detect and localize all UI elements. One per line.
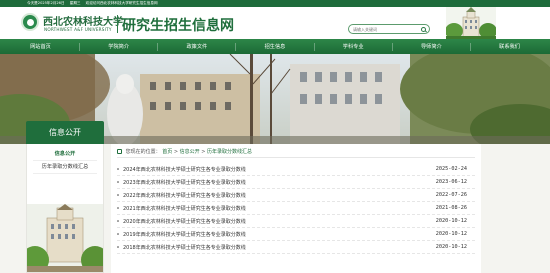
article-title[interactable]: 2024年西北农林科技大学硕士研究生各专业录取分数线: [117, 166, 246, 173]
article-title[interactable]: 2020年西北农林科技大学硕士研究生各专业录取分数线: [117, 218, 246, 225]
breadcrumb: 您现在的位置： 首页 > 信息公开 > 历年录取分数线汇总: [117, 148, 252, 155]
nav-policy[interactable]: 政策文件: [186, 43, 207, 50]
nav-supervisors[interactable]: 导师简介: [421, 43, 442, 50]
breadcrumb-divider: [117, 157, 475, 158]
current-date: 今天是2025年2月26日: [27, 1, 65, 5]
breadcrumb-prefix: 您现在的位置：: [125, 149, 161, 155]
article-date: 2020-10-12: [435, 244, 467, 250]
article-date: 2020-10-12: [435, 218, 467, 224]
welcome-text: 欢迎访问西北农林科技大学研究生招生信息网: [85, 1, 158, 5]
list-item[interactable]: 2020年西北农林科技大学硕士研究生各专业录取分数线 2020-10-12: [117, 215, 475, 228]
article-list: 2024年西北农林科技大学硕士研究生各专业录取分数线 2025-02-24 202…: [117, 163, 475, 254]
article-title[interactable]: 2018年西北农林科技大学硕士研究生各专业录取分数线: [117, 244, 246, 251]
university-name-cn[interactable]: 西北农林科技大学: [43, 13, 123, 28]
article-date: 2021-08-26: [435, 205, 467, 211]
list-item[interactable]: 2018年西北农林科技大学硕士研究生各专业录取分数线 2020-10-12: [117, 241, 475, 254]
article-title[interactable]: 2023年西北农林科技大学硕士研究生各专业录取分数线: [117, 179, 246, 186]
logo-divider: [117, 15, 118, 33]
sidebar-item-score-summary[interactable]: 历年录取分数线汇总: [33, 161, 97, 174]
content-panel: 您现在的位置： 首页 > 信息公开 > 历年录取分数线汇总 2024年西北农林科…: [111, 144, 481, 273]
nav-separator: [157, 42, 159, 51]
search-icon[interactable]: [421, 26, 426, 32]
nav-separator: [391, 42, 393, 51]
list-item[interactable]: 2022年西北农林科技大学硕士研究生各专业录取分数线 2022-07-26: [117, 189, 475, 202]
site-title[interactable]: 研究生招生信息网: [122, 15, 234, 35]
list-item[interactable]: 2019年西北农林科技大学硕士研究生各专业录取分数线 2020-10-12: [117, 228, 475, 241]
top-info-bar: 今天是2025年2月26日 星期三 欢迎访问西北农林科技大学研究生招生信息网: [0, 0, 550, 7]
site-header: 西北农林科技大学 NORTHWEST A&F UNIVERSITY 研究生招生信…: [0, 7, 550, 39]
sidebar: 信息公开 历年录取分数线汇总: [26, 144, 104, 273]
breadcrumb-separator: >: [173, 149, 179, 155]
article-date: 2025-02-24: [435, 166, 467, 172]
nav-separator: [235, 42, 237, 51]
nav-separator: [313, 42, 315, 51]
nav-admission-info[interactable]: 招生信息: [265, 43, 286, 50]
nav-college-intro[interactable]: 学院简介: [108, 43, 129, 50]
home-icon: [117, 149, 122, 154]
list-item[interactable]: 2023年西北农林科技大学硕士研究生各专业录取分数线 2023-06-12: [117, 176, 475, 189]
campus-building-illustration: [446, 7, 496, 39]
search-input[interactable]: [353, 26, 417, 33]
list-item[interactable]: 2024年西北农林科技大学硕士研究生各专业录取分数线 2025-02-24: [117, 163, 475, 176]
nav-contact[interactable]: 联系我们: [499, 43, 520, 50]
article-title[interactable]: 2022年西北农林科技大学硕士研究生各专业录取分数线: [117, 192, 246, 199]
article-title[interactable]: 2019年西北农林科技大学硕士研究生各专业录取分数线: [117, 231, 246, 238]
current-weekday: 星期三: [69, 1, 81, 5]
sidebar-item-info-disclosure[interactable]: 信息公开: [33, 148, 97, 161]
list-item[interactable]: 2021年西北农林科技大学硕士研究生各专业录取分数线 2021-08-26: [117, 202, 475, 215]
breadcrumb-current[interactable]: 历年录取分数线汇总: [207, 149, 252, 155]
nav-separator: [469, 42, 471, 51]
breadcrumb-info-disclosure[interactable]: 信息公开: [180, 149, 200, 155]
sidebar-building-image: [27, 204, 103, 272]
article-date: 2020-10-12: [435, 231, 467, 237]
search-box[interactable]: [348, 24, 430, 34]
breadcrumb-home[interactable]: 首页: [162, 149, 172, 155]
main-nav: 网站首页 学院简介 政策文件 招生信息 学科专业 导师简介 联系我们: [0, 39, 550, 54]
sidebar-title: 信息公开: [26, 121, 104, 144]
article-date: 2023-06-12: [435, 179, 467, 185]
article-title[interactable]: 2021年西北农林科技大学硕士研究生各专业录取分数线: [117, 205, 246, 212]
nav-home[interactable]: 网站首页: [30, 43, 51, 50]
nav-disciplines[interactable]: 学科专业: [343, 43, 364, 50]
university-seal-icon[interactable]: [21, 13, 39, 31]
article-date: 2022-07-26: [435, 192, 467, 198]
nav-separator: [79, 42, 81, 51]
breadcrumb-separator: >: [201, 149, 206, 155]
university-name-en: NORTHWEST A&F UNIVERSITY: [44, 27, 112, 32]
